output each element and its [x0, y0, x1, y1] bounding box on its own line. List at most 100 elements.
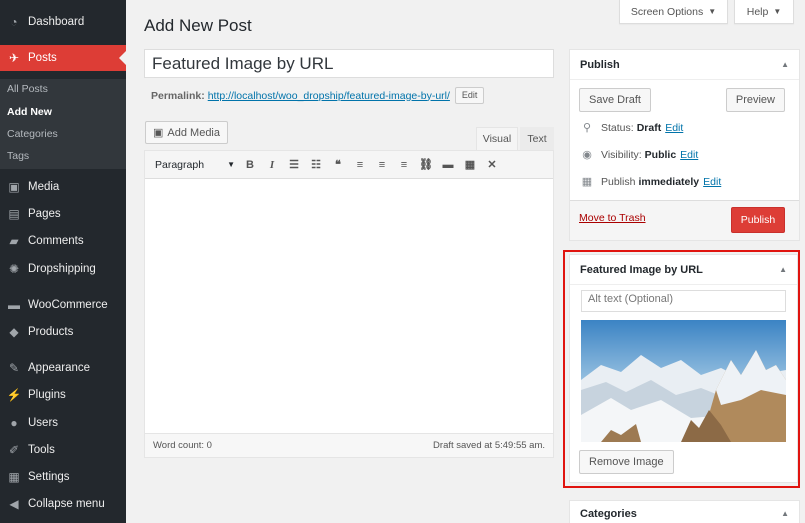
visibility-row: ◉ Visibility: Public Edit — [580, 148, 698, 162]
pin-icon: ⚲ — [582, 122, 592, 134]
bold-icon[interactable]: B — [239, 159, 261, 171]
schedule-row: ▦ Publish immediately Edit — [580, 175, 721, 189]
align-center-icon[interactable]: ≡ — [371, 159, 393, 171]
menu-woocommerce[interactable]: ▬ WooCommerce — [0, 292, 126, 318]
users-icon: ● — [10, 416, 18, 430]
status-label: Status: — [601, 121, 634, 134]
format-select[interactable]: Paragraph ▼ — [151, 155, 239, 175]
editor-content-area[interactable] — [145, 179, 553, 433]
highlight-frame — [563, 250, 800, 488]
menu-users[interactable]: ● Users — [0, 410, 126, 436]
menu-tools[interactable]: ✐ Tools — [0, 437, 126, 463]
publish-box-title: Publish — [580, 58, 620, 71]
categories-header[interactable]: Categories ▲ — [570, 501, 799, 523]
draft-saved-status: Draft saved at 5:49:55 am. — [433, 440, 545, 451]
move-to-trash-link[interactable]: Move to Trash — [579, 212, 646, 224]
link-icon[interactable]: ⛓ — [415, 158, 437, 171]
align-left-icon[interactable]: ≡ — [349, 159, 371, 171]
status-row: ⚲ Status: Draft Edit — [580, 121, 683, 135]
help-button[interactable]: Help ▼ — [734, 0, 794, 24]
collapse-arrow-icon[interactable]: ▲ — [781, 60, 789, 69]
publish-actions: Move to Trash Publish — [570, 200, 799, 240]
media-icon: ▣ — [153, 127, 164, 139]
admin-sidebar: ◔ Dashboard ✈ Posts All Posts Add New Ca… — [0, 0, 126, 523]
schedule-edit-link[interactable]: Edit — [703, 176, 721, 188]
media-icon: ▣ — [8, 180, 20, 194]
menu-posts[interactable]: ✈ Posts — [0, 45, 126, 71]
posts-submenu: All Posts Add New Categories Tags — [0, 79, 126, 169]
permalink-link[interactable]: http://localhost/woo_dropship/featured-i… — [208, 90, 450, 102]
numbered-list-icon[interactable]: ☷ — [305, 158, 327, 171]
menu-label: Tools — [28, 444, 55, 456]
menu-settings[interactable]: ▦ Settings — [0, 464, 126, 490]
menu-label: Pages — [28, 208, 61, 220]
menu-plugins[interactable]: ⚡ Plugins — [0, 382, 126, 408]
chevron-down-icon: ▼ — [227, 160, 235, 169]
status-value: Draft — [636, 121, 662, 134]
caret-down-icon: ▼ — [708, 7, 717, 16]
format-value: Paragraph — [155, 158, 205, 171]
collapse-icon: ◀ — [9, 497, 19, 511]
plugins-icon: ⚡ — [6, 388, 22, 402]
visibility-value: Public — [644, 148, 677, 161]
publish-button[interactable]: Publish — [731, 207, 785, 233]
post-title-input[interactable]: Featured Image by URL — [144, 49, 554, 78]
submenu-all-posts[interactable]: All Posts — [7, 83, 48, 95]
menu-label: Collapse menu — [28, 498, 105, 510]
screen-options-button[interactable]: Screen Options ▼ — [619, 0, 728, 24]
read-more-icon[interactable]: ▬ — [437, 159, 459, 171]
menu-media[interactable]: ▣ Media — [0, 174, 126, 200]
menu-products[interactable]: ◆ Products — [0, 319, 126, 345]
menu-comments[interactable]: ▰ Comments — [0, 228, 126, 254]
fullscreen-icon[interactable]: ✕ — [481, 158, 503, 171]
add-media-label: Add Media — [167, 126, 220, 139]
italic-icon[interactable]: I — [261, 159, 283, 171]
add-media-button[interactable]: ▣ Add Media — [145, 121, 228, 144]
schedule-label: Publish — [601, 175, 636, 188]
publish-box-header[interactable]: Publish ▲ — [570, 50, 799, 80]
publish-box: Publish ▲ Save Draft Preview ⚲ Status: D… — [569, 49, 800, 241]
blockquote-icon[interactable]: ❝ — [327, 158, 349, 171]
submenu-categories[interactable]: Categories — [7, 128, 58, 140]
caret-down-icon: ▼ — [773, 7, 782, 16]
toolbar-toggle-icon[interactable]: ▦ — [459, 158, 481, 171]
editor-status-bar: Word count: 0 Draft saved at 5:49:55 am. — [145, 433, 553, 457]
permalink-label: Permalink: — [151, 89, 205, 102]
preview-button[interactable]: Preview — [725, 88, 785, 112]
menu-dropshipping[interactable]: ✺ Dropshipping — [0, 256, 126, 282]
bullet-list-icon[interactable]: ☰ — [283, 158, 305, 171]
save-draft-button[interactable]: Save Draft — [579, 88, 651, 112]
settings-icon: ▦ — [8, 470, 20, 484]
visibility-edit-link[interactable]: Edit — [680, 149, 698, 161]
submenu-add-new[interactable]: Add New — [7, 106, 52, 118]
menu-label: Products — [28, 326, 74, 338]
pin-icon: ✈ — [8, 51, 20, 65]
dropshipping-icon: ✺ — [8, 262, 20, 276]
help-label: Help — [746, 5, 769, 18]
permalink-edit-button[interactable]: Edit — [454, 87, 485, 104]
menu-label: Media — [28, 181, 60, 193]
menu-label: Comments — [28, 235, 84, 247]
menu-appearance[interactable]: ✎ Appearance — [0, 355, 126, 381]
appearance-icon: ✎ — [8, 361, 20, 375]
menu-pages[interactable]: ▤ Pages — [0, 201, 126, 227]
visibility-label: Visibility: — [601, 148, 642, 161]
dashboard-icon: ◔ — [10, 15, 18, 29]
status-edit-link[interactable]: Edit — [665, 122, 683, 134]
tab-text[interactable]: Text — [520, 127, 554, 150]
collapse-arrow-icon[interactable]: ▲ — [781, 509, 789, 518]
page-title: Add New Post — [144, 16, 252, 35]
submenu-tags[interactable]: Tags — [7, 150, 29, 162]
align-right-icon[interactable]: ≡ — [393, 159, 415, 171]
tab-visual[interactable]: Visual — [476, 127, 518, 150]
categories-box: Categories ▲ — [569, 500, 800, 523]
screen-options-label: Screen Options — [630, 5, 704, 18]
menu-dashboard[interactable]: ◔ Dashboard — [0, 9, 126, 35]
menu-label: WooCommerce — [28, 299, 108, 311]
menu-label: Users — [28, 417, 59, 429]
editor-toolbar: Paragraph ▼ B I ☰ ☷ ❝ ≡ ≡ ≡ ⛓ ▬ ▦ ✕ — [145, 151, 553, 179]
menu-collapse[interactable]: ◀ Collapse menu — [0, 491, 126, 517]
permalink-row: Permalink: http://localhost/woo_dropship… — [151, 87, 485, 104]
menu-label: Appearance — [28, 362, 91, 374]
post-editor: Paragraph ▼ B I ☰ ☷ ❝ ≡ ≡ ≡ ⛓ ▬ ▦ ✕ Word… — [144, 150, 554, 458]
